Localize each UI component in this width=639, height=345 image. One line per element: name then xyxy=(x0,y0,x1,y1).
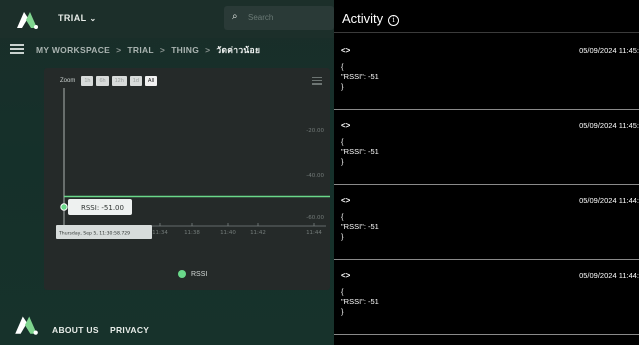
entry-payload: {"RSSI": -51} xyxy=(341,137,379,167)
entry-divider xyxy=(334,109,639,110)
payload-open: { xyxy=(341,287,344,296)
zoom-all-button[interactable]: All xyxy=(144,76,158,86)
legend-marker xyxy=(178,270,186,278)
breadcrumb-bar: MY WORKSPACE > TRIAL > THING > วัดค่าวน้อย xyxy=(0,38,334,60)
zoom-label: Zoom xyxy=(60,78,76,84)
code-icon[interactable]: <> xyxy=(341,271,350,280)
search-placeholder: Search xyxy=(248,13,274,22)
payload-rssi: "RSSI": -51 xyxy=(341,297,379,306)
footer: ABOUT US PRIVACY xyxy=(0,308,334,345)
entry-timestamp: 05/09/2024 11:45: xyxy=(579,46,639,55)
code-icon[interactable]: <> xyxy=(341,121,350,130)
x-tick-label: 11:38 xyxy=(184,230,200,236)
breadcrumb: MY WORKSPACE > TRIAL > THING > วัดค่าวน้อย xyxy=(36,43,260,57)
y-tick-label: -60.00 xyxy=(306,215,324,221)
code-icon[interactable]: <> xyxy=(341,46,350,55)
breadcrumb-item-thing[interactable]: THING xyxy=(171,45,199,55)
activity-title: Activity xyxy=(342,11,384,26)
code-icon[interactable]: <> xyxy=(341,196,350,205)
chart-card: -20.00 -40.00 -60.00 11:34 11:38 11:40 11:42 1… xyxy=(44,68,330,290)
payload-close: } xyxy=(341,82,344,91)
legend-label-rssi: RSSI xyxy=(191,270,208,278)
entry-payload: {"RSSI": -51} xyxy=(341,62,379,92)
workspace-label: TRIAL xyxy=(58,13,87,23)
entry-timestamp: 05/09/2024 11:44: xyxy=(579,271,639,280)
search-input[interactable]: ⌕ Search xyxy=(224,6,334,30)
entry-payload: {"RSSI": -51} xyxy=(341,212,379,242)
entry-divider xyxy=(334,184,639,185)
entry-divider xyxy=(334,259,639,260)
rssi-chart[interactable]: -20.00 -40.00 -60.00 11:34 11:38 11:40 11:42 1… xyxy=(44,68,330,290)
zoom-controls: Zoom 1h 6h 12h 1d All xyxy=(60,75,158,87)
activity-entry[interactable]: <> 05/09/2024 11:44: {"RSSI": -51} xyxy=(334,261,639,335)
entry-divider xyxy=(334,334,639,335)
info-icon[interactable]: i xyxy=(388,15,400,26)
activity-entry[interactable]: <> 05/09/2024 11:45: {"RSSI": -51} xyxy=(334,36,639,110)
zoom-6h-button[interactable]: 6h xyxy=(96,76,109,86)
zoom-12h-button[interactable]: 12h xyxy=(111,76,127,86)
tooltip-value: RSSI: -51.00 xyxy=(81,204,124,212)
chart-legend[interactable]: RSSI xyxy=(178,270,207,278)
activity-panel: Activity i <> 05/09/2024 11:45: {"RSSI": … xyxy=(334,0,639,345)
activity-divider xyxy=(334,32,639,33)
about-us-link[interactable]: ABOUT US xyxy=(52,325,99,335)
brand-logo[interactable] xyxy=(14,8,40,30)
entry-timestamp: 05/09/2024 11:44: xyxy=(579,196,639,205)
y-axis-ticks: -20.00 -40.00 -60.00 xyxy=(306,128,324,221)
breadcrumb-item-current: วัดค่าวน้อย xyxy=(216,45,261,55)
y-tick-label: -20.00 xyxy=(306,128,324,134)
zoom-1d-button[interactable]: 1d xyxy=(129,76,142,86)
payload-rssi: "RSSI": -51 xyxy=(341,72,379,81)
x-tick-label: 11:42 xyxy=(250,230,266,236)
data-point-highlight xyxy=(60,203,68,211)
entry-timestamp: 05/09/2024 11:45: xyxy=(579,121,639,130)
zoom-1h-button[interactable]: 1h xyxy=(81,76,94,86)
payload-rssi: "RSSI": -51 xyxy=(341,222,379,231)
search-icon: ⌕ xyxy=(232,11,238,22)
breadcrumb-separator: > xyxy=(116,45,122,55)
x-tick-label: 11:44 xyxy=(306,230,322,236)
payload-open: { xyxy=(341,137,344,146)
y-tick-label: -40.00 xyxy=(306,173,324,179)
breadcrumb-separator: > xyxy=(205,45,211,55)
payload-open: { xyxy=(341,212,344,221)
payload-close: } xyxy=(341,232,344,241)
activity-entry[interactable]: <> 05/09/2024 11:44: {"RSSI": -51} xyxy=(334,186,639,260)
footer-logo[interactable] xyxy=(12,312,40,336)
x-tick-label: 11:34 xyxy=(152,230,168,236)
payload-close: } xyxy=(341,157,344,166)
payload-rssi: "RSSI": -51 xyxy=(341,147,379,156)
hamburger-menu-icon[interactable] xyxy=(10,44,24,54)
breadcrumb-separator: > xyxy=(159,45,166,55)
privacy-link[interactable]: PRIVACY xyxy=(110,325,149,335)
breadcrumb-item-workspace[interactable]: MY WORKSPACE xyxy=(36,45,110,55)
activity-heading: Activity i xyxy=(342,11,400,26)
chart-menu-icon[interactable] xyxy=(312,77,322,87)
breadcrumb-item-trial[interactable]: TRIAL xyxy=(127,45,154,55)
top-bar: TRIAL ⌄ ⌕ Search xyxy=(0,0,334,38)
workspace-dropdown[interactable]: TRIAL ⌄ xyxy=(58,13,97,23)
chevron-down-icon: ⌄ xyxy=(89,14,97,23)
payload-open: { xyxy=(341,62,344,71)
time-tooltip-text: Thursday, Sep 5, 11:30:58.729 xyxy=(58,231,130,237)
app-panel: TRIAL ⌄ ⌕ Search MY WORKSPACE > TRIAL > THING… xyxy=(0,0,334,345)
entry-payload: {"RSSI": -51} xyxy=(341,287,379,317)
x-tick-label: 11:40 xyxy=(220,230,236,236)
payload-close: } xyxy=(341,307,344,316)
activity-entry[interactable]: <> 05/09/2024 11:45: {"RSSI": -51} xyxy=(334,111,639,185)
